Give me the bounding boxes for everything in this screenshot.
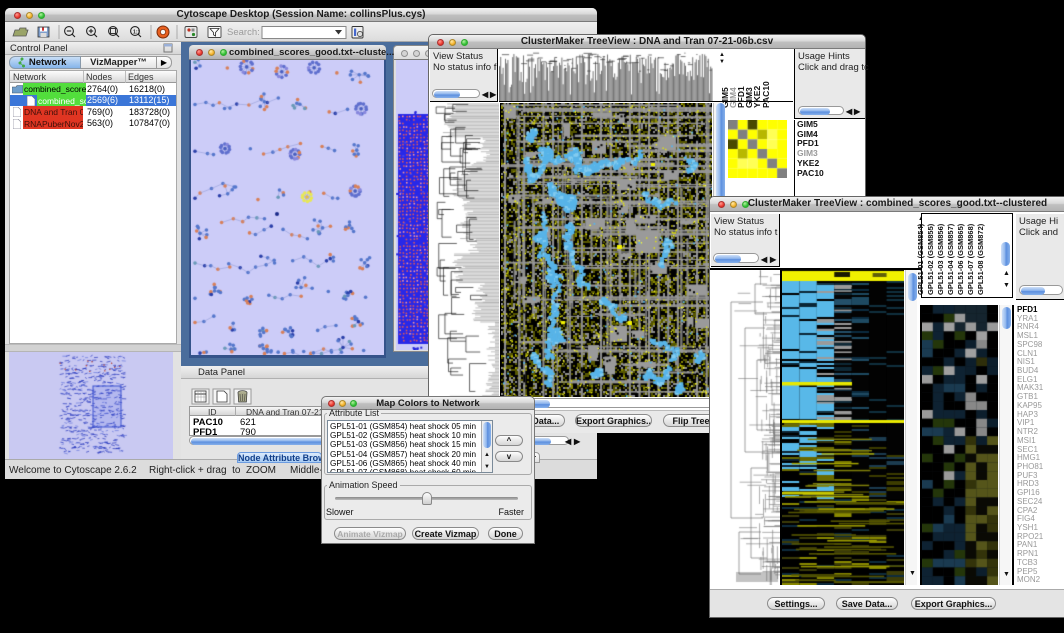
svg-text:1:1: 1:1 bbox=[133, 30, 140, 36]
svg-text:Search:: Search: bbox=[227, 27, 260, 38]
